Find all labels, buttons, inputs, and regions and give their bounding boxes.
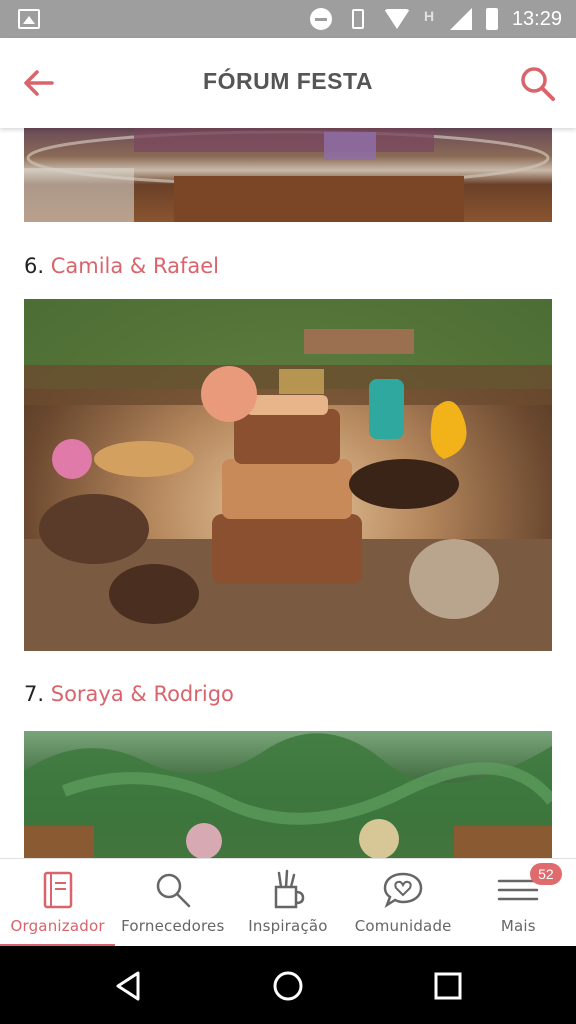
section-title-camila-rafael: 6. Camila & Rafael [24,254,219,278]
brush-cup-icon [274,869,305,909]
cake-table-photo[interactable] [24,299,552,651]
vibrate-icon [351,9,364,29]
page-title: FÓRUM FESTA [203,68,373,94]
couple-name-link[interactable]: Camila & Rafael [51,254,219,278]
image-icon [18,9,40,29]
heart-chat-icon [383,872,423,909]
notebook-icon [43,871,72,909]
status-time: 13:29 [511,7,562,30]
nav-label: Mais [500,917,536,935]
nav-label: Inspiração [248,917,328,935]
nav-organizador[interactable]: Organizador [0,859,116,947]
article-content[interactable]: 6. Camila & Rafael 7. Soraya & Rodrigo [0,128,576,858]
battery-icon [485,8,498,30]
triangle-back-icon [116,971,140,1001]
signal-icon [449,8,472,30]
circle-home-icon [273,971,303,1001]
section-number: 6. [24,254,45,278]
nav-inspiracao[interactable]: Inspiração [230,859,345,947]
app-bar: FÓRUM FESTA [0,38,576,128]
nav-label: Fornecedores [121,917,225,935]
nav-comunidade[interactable]: Comunidade [346,859,461,947]
nav-fornecedores[interactable]: Fornecedores [115,859,230,947]
status-bar: H 13:29 [0,0,576,38]
party-photo-top [24,128,552,222]
wifi-icon [383,9,410,29]
network-type-label: H [423,8,435,24]
dnd-icon [309,8,332,30]
android-home-button[interactable] [270,968,306,1004]
nav-label: Comunidade [354,917,452,935]
android-back-button[interactable] [110,968,146,1004]
bottom-nav: Organizador Fornecedores Inspiração Comu… [0,858,576,947]
section-title-soraya-rodrigo: 7. Soraya & Rodrigo [24,682,234,706]
search-icon [521,67,555,101]
android-nav-bar [0,946,576,1024]
couple-name-link[interactable]: Soraya & Rodrigo [51,682,234,706]
status-icons: H 13:29 [309,0,562,38]
search-icon [156,873,191,908]
notification-badge: 52 [529,863,562,885]
android-recents-button[interactable] [430,968,466,1004]
nav-label: Organizador [10,917,105,935]
square-recents-icon [434,972,462,1000]
nav-mais[interactable]: 52 Mais [461,859,576,947]
section-number: 7. [24,682,45,706]
garden-party-photo[interactable] [24,731,552,858]
search-button[interactable] [518,64,558,104]
